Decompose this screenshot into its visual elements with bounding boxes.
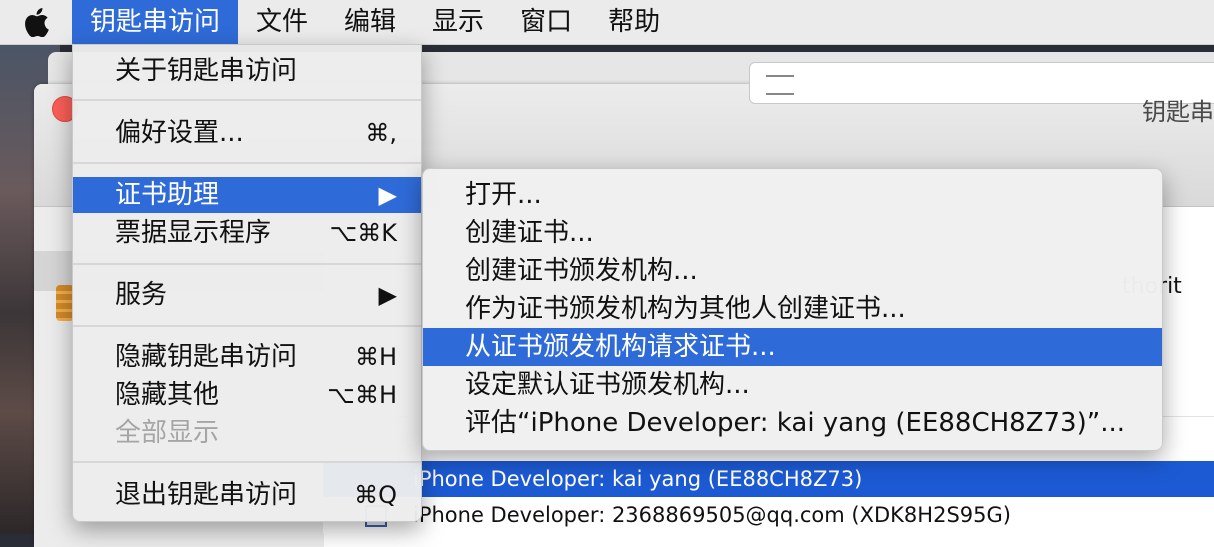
submenu-item-evaluate[interactable]: 评估“iPhone Developer: kai yang (EE88CH8Z7… [423, 404, 1162, 442]
menu-separator [73, 162, 421, 164]
menu-item-label: 偏好设置... [115, 118, 244, 148]
menu-item-about[interactable]: 关于钥匙串访问 [73, 53, 421, 89]
menu-item-label: 票据显示程序 [115, 218, 272, 248]
window-title: 钥匙串 [1142, 98, 1214, 126]
menu-window[interactable]: 窗口 [502, 0, 590, 44]
menu-item-services[interactable]: 服务 ▶ [73, 277, 421, 313]
submenu-item-create-for-others[interactable]: 作为证书颁发机构为其他人创建证书... [423, 290, 1162, 328]
shortcut-label: ⌥⌘H [327, 381, 397, 409]
menu-separator [73, 99, 421, 101]
certificate-name: iPhone Developer: 2368869505@qq.com (XDK… [413, 503, 1011, 527]
submenu-arrow-icon: ▶ [378, 281, 397, 309]
menu-separator [73, 461, 421, 463]
shortcut-label: ⌘Q [354, 481, 397, 509]
shortcut-label: ⌘, [365, 119, 397, 147]
menu-edit[interactable]: 编辑 [326, 0, 414, 44]
menu-bar: 钥匙串访问 文件 编辑 显示 窗口 帮助 [0, 0, 1214, 45]
menu-view[interactable]: 显示 [414, 0, 502, 44]
menu-item-quit[interactable]: 退出钥匙串访问 ⌘Q [73, 477, 421, 513]
table-row[interactable]: iPhone Developer: kai yang (EE88CH8Z73) [323, 461, 1214, 497]
table-row[interactable]: iPhone Developer: 2368869505@qq.com (XDK… [323, 497, 1214, 533]
apple-icon [25, 8, 49, 37]
menu-separator [73, 263, 421, 265]
menu-item-preferences[interactable]: 偏好设置... ⌘, [73, 115, 421, 151]
submenu-item-set-default-ca[interactable]: 设定默认证书颁发机构... [423, 366, 1162, 404]
menu-item-show-all: 全部显示 [73, 415, 421, 451]
menu-item-certificate-assistant[interactable]: 证书助理 ▶ [73, 177, 421, 213]
menu-item-label: 隐藏其他 [115, 380, 220, 410]
menu-keychain-access[interactable]: 钥匙串访问 [72, 0, 239, 44]
keychain-access-menu: 关于钥匙串访问 偏好设置... ⌘, 证书助理 ▶ 票据显示程序 ⌥⌘K 服务 … [72, 44, 422, 522]
menu-item-hide-others[interactable]: 隐藏其他 ⌥⌘H [73, 377, 421, 413]
menu-item-label: 证书助理 [115, 180, 220, 210]
list-view-icon[interactable] [766, 75, 794, 95]
submenu-arrow-icon: ▶ [378, 181, 397, 209]
menu-item-label: 隐藏钥匙串访问 [115, 342, 298, 372]
submenu-item-request-from-ca[interactable]: 从证书颁发机构请求证书... [423, 328, 1162, 366]
certificate-name: iPhone Developer: kai yang (EE88CH8Z73) [413, 467, 863, 491]
menu-item-hide[interactable]: 隐藏钥匙串访问 ⌘H [73, 339, 421, 375]
menu-item-label: 关于钥匙串访问 [115, 56, 298, 86]
shortcut-label: ⌘H [354, 343, 397, 371]
certificate-assistant-submenu: 打开... 创建证书... 创建证书颁发机构... 作为证书颁发机构为其他人创建… [422, 168, 1163, 451]
menu-separator [73, 325, 421, 327]
menu-item-label: 退出钥匙串访问 [115, 480, 298, 510]
apple-menu[interactable] [0, 0, 72, 44]
menu-file[interactable]: 文件 [238, 0, 326, 44]
menu-help[interactable]: 帮助 [590, 0, 678, 44]
shortcut-label: ⌥⌘K [329, 219, 397, 247]
menu-item-ticket-viewer[interactable]: 票据显示程序 ⌥⌘K [73, 215, 421, 251]
submenu-item-create-certificate[interactable]: 创建证书... [423, 214, 1162, 252]
submenu-item-create-ca[interactable]: 创建证书颁发机构... [423, 252, 1162, 290]
submenu-item-open[interactable]: 打开... [423, 176, 1162, 214]
menu-item-label: 全部显示 [115, 418, 220, 448]
menu-item-label: 服务 [115, 280, 168, 310]
